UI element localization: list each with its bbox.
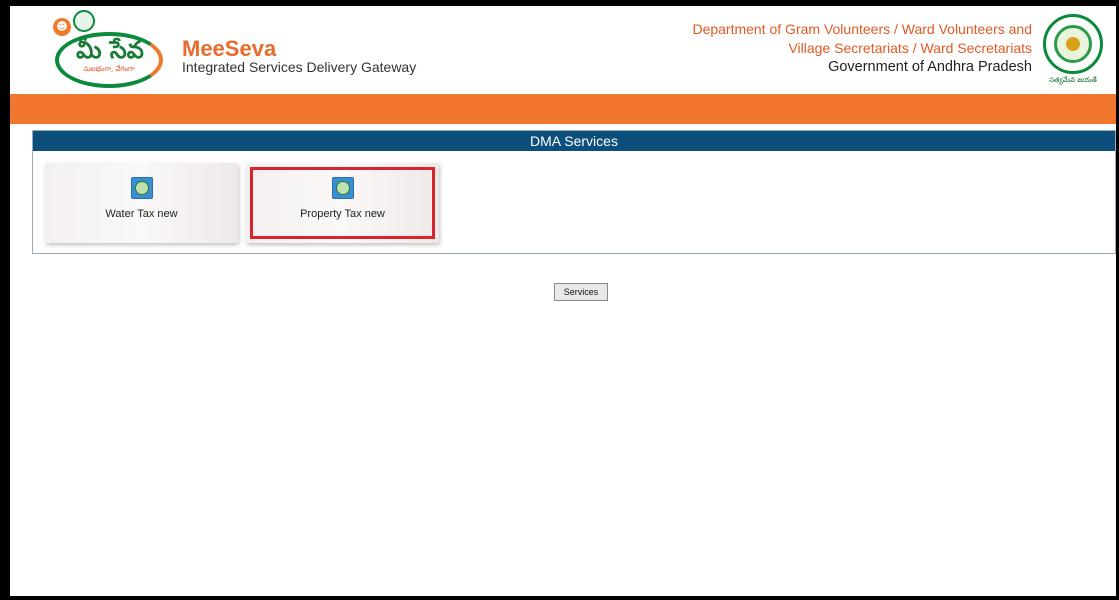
ap-emblem-small-icon [73, 10, 95, 32]
dept-line-2: Village Secretariats / Ward Secretariats [788, 40, 1032, 56]
panel-title: DMA Services [33, 131, 1115, 151]
emblem-caption: సత్యమేవ జయతే [1049, 76, 1097, 84]
meeseva-logo[interactable]: ☻ మీ సేవ సులభంగా, వేగంగా [47, 10, 172, 94]
tile-label: Water Tax new [105, 208, 178, 220]
tile-label: Property Tax new [300, 208, 385, 220]
service-icon [130, 177, 153, 199]
logo-telugu-text: మీ సేవ [76, 35, 144, 64]
tile-water-tax[interactable]: Water Tax new [45, 163, 238, 243]
brand-subtitle: Integrated Services Delivery Gateway [182, 59, 417, 75]
dma-services-panel: DMA Services Water Tax new Property Tax … [32, 130, 1116, 254]
tile-property-tax[interactable]: Property Tax new [246, 163, 439, 243]
services-button[interactable]: Services [554, 283, 608, 301]
logo-tagline: సులభంగా, వేగంగా [83, 65, 135, 73]
screen: ☻ మీ సేవ సులభంగా, వేగంగా MeeSeva Integra… [10, 6, 1116, 596]
department-info: Department of Gram Volunteers / Ward Vol… [692, 20, 1032, 77]
smile-icon: ☻ [53, 18, 71, 36]
service-icon [331, 177, 354, 199]
dept-line-1: Department of Gram Volunteers / Ward Vol… [692, 21, 1032, 37]
site-header: ☻ మీ సేవ సులభంగా, వేగంగా MeeSeva Integra… [10, 6, 1116, 94]
ap-government-emblem-icon: సత్యమేవ జయతే [1040, 14, 1106, 88]
orange-nav-band [10, 94, 1116, 124]
dept-line-3: Government of Andhra Pradesh [828, 59, 1032, 75]
